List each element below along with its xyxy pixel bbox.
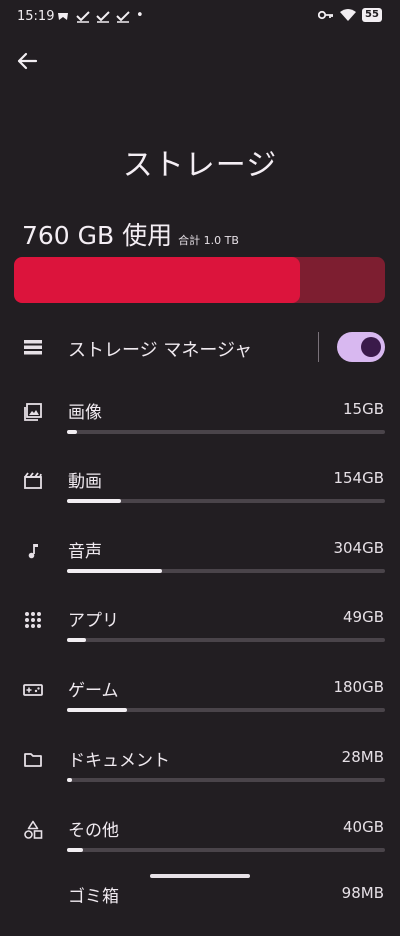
category-size: 40GB xyxy=(342,818,384,836)
wifi-icon xyxy=(340,9,356,21)
category-size: 154GB xyxy=(333,469,384,487)
category-label: 画像 xyxy=(68,403,102,423)
storage-usage-fill xyxy=(14,257,300,303)
status-bar: 15:19 • 55 xyxy=(0,0,400,34)
category-usage-fill xyxy=(67,499,122,503)
category-label: ドキュメント xyxy=(68,751,170,771)
more-notifications-dot: • xyxy=(136,8,144,23)
category-size: 98MB xyxy=(341,884,384,902)
category-label: ゴミ箱 xyxy=(68,887,119,907)
storage-usage-bar xyxy=(14,257,385,303)
category-usage-fill xyxy=(67,430,77,434)
category-size: 180GB xyxy=(333,678,384,696)
category-size: 49GB xyxy=(342,608,384,626)
notification-icons: • xyxy=(56,8,144,23)
storage-manager-icon xyxy=(24,340,42,355)
category-row-documents[interactable]: ドキュメント 28MB xyxy=(0,740,400,800)
apps-grid-icon xyxy=(25,612,41,628)
category-usage-fill xyxy=(67,638,87,642)
storage-manager-label[interactable]: ストレージ マネージャ xyxy=(68,336,252,362)
category-usage-track xyxy=(67,499,385,503)
category-usage-fill xyxy=(67,569,163,573)
category-row-games[interactable]: ゲーム 180GB xyxy=(0,670,400,730)
category-usage-fill xyxy=(67,848,83,852)
category-row-videos[interactable]: 動画 154GB xyxy=(0,461,400,521)
category-label: アプリ xyxy=(68,611,119,631)
category-usage-track xyxy=(67,638,385,642)
category-usage-track xyxy=(67,569,385,573)
vpn-key-icon xyxy=(318,10,333,20)
gamepad-icon xyxy=(23,684,43,696)
category-row-images[interactable]: 画像 15GB xyxy=(0,392,400,452)
folder-icon xyxy=(24,753,42,767)
gesture-nav-handle[interactable] xyxy=(150,874,250,878)
system-icons: 55 xyxy=(318,8,382,22)
check-icon xyxy=(116,10,130,23)
storage-manager-toggle[interactable] xyxy=(337,332,385,362)
category-size: 15GB xyxy=(342,400,384,418)
category-size: 304GB xyxy=(333,539,384,557)
category-label: その他 xyxy=(68,821,119,841)
check-icon xyxy=(96,10,110,23)
category-label: ゲーム xyxy=(68,681,119,701)
category-usage-fill xyxy=(67,708,128,712)
check-icon xyxy=(76,10,90,23)
category-usage-fill xyxy=(67,778,72,782)
status-time: 15:19 xyxy=(17,9,55,24)
game-controller-icon xyxy=(58,12,68,20)
category-usage-track xyxy=(67,430,385,434)
category-usage-track xyxy=(67,778,385,782)
category-row-other[interactable]: その他 40GB xyxy=(0,810,400,870)
used-storage: 760 GB 使用 xyxy=(22,221,173,250)
page-title: ストレージ xyxy=(122,148,278,183)
category-usage-track xyxy=(67,708,385,712)
category-usage-track xyxy=(67,848,385,852)
image-icon xyxy=(24,403,42,421)
divider xyxy=(318,332,319,362)
back-arrow-icon[interactable] xyxy=(14,48,40,74)
category-label: 動画 xyxy=(68,472,102,492)
category-row-apps[interactable]: アプリ 49GB xyxy=(0,600,400,660)
music-note-icon xyxy=(28,544,38,559)
category-row-trash[interactable]: ゴミ箱 98MB xyxy=(0,876,400,936)
total-storage: 合計 1.0 TB xyxy=(178,234,239,247)
toggle-knob xyxy=(361,337,381,357)
storage-summary: 760 GB 使用 合計 1.0 TB xyxy=(22,216,239,252)
movie-icon xyxy=(24,472,42,489)
battery-icon: 55 xyxy=(362,8,382,22)
category-row-audio[interactable]: 音声 304GB xyxy=(0,531,400,591)
shapes-icon xyxy=(24,820,43,839)
category-label: 音声 xyxy=(68,542,102,562)
category-size: 28MB xyxy=(341,748,384,766)
